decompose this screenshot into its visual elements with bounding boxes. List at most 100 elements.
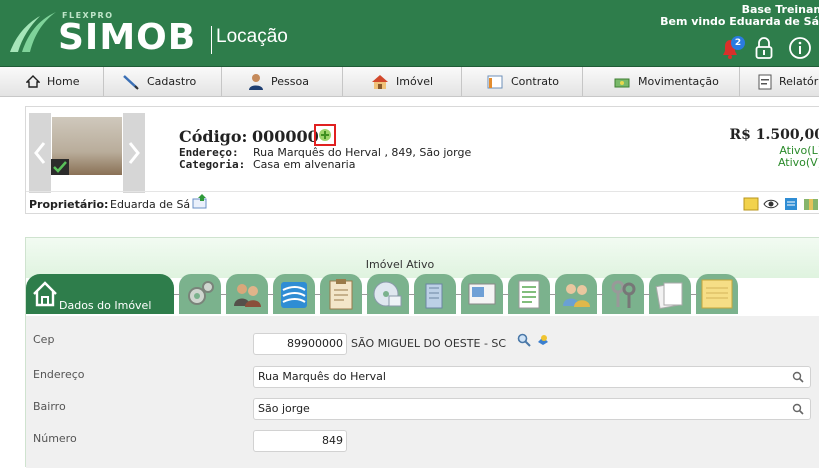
- menu-item-contrato[interactable]: Contrato: [462, 67, 583, 96]
- note-icon[interactable]: [743, 197, 759, 211]
- tab-notes[interactable]: [696, 274, 738, 314]
- tab-separator: [644, 294, 650, 295]
- map-icon[interactable]: [803, 197, 819, 211]
- stacked-document-icon: [281, 282, 307, 308]
- numero-label: Número: [33, 432, 77, 445]
- tab-building[interactable]: [414, 274, 456, 314]
- tab-separator: [550, 294, 556, 295]
- menu-item-relatorios-label: Relatórios: [779, 75, 819, 88]
- address-field-value: Rua Marquês do Herval: [258, 370, 386, 383]
- tab-checklist[interactable]: [320, 274, 362, 314]
- tab-separator: [691, 294, 697, 295]
- previous-photo-button[interactable]: [29, 113, 51, 193]
- tab-people[interactable]: [226, 274, 268, 314]
- menu-item-imovel-label: Imóvel: [396, 75, 434, 88]
- tab-list[interactable]: [508, 274, 550, 314]
- panel-header: Imóvel Ativo Dados do Imóvel: [26, 238, 819, 316]
- tab-media[interactable]: [367, 274, 409, 314]
- cep-label: Cep: [33, 333, 55, 346]
- property-form: Cep 89900000 SÃO MIGUEL DO OESTE - SC En…: [26, 316, 819, 468]
- welcome-message: Bem vindo Eduarda de Sá: [660, 15, 819, 28]
- numero-field[interactable]: 849: [253, 430, 347, 452]
- address-field[interactable]: Rua Marquês do Herval: [253, 366, 811, 388]
- tab-separator: [315, 294, 321, 295]
- tab-pages[interactable]: [649, 274, 691, 314]
- address-field-label: Endereço: [33, 368, 85, 381]
- person-icon: [249, 74, 263, 90]
- tab-settings[interactable]: [179, 274, 221, 314]
- property-price: R$ 1.500,00: [729, 127, 819, 143]
- search-icon[interactable]: [792, 403, 804, 415]
- pencil-icon: [123, 74, 139, 90]
- logo-divider: [211, 26, 212, 54]
- module-name: Locação: [216, 26, 288, 47]
- photo-icon: [468, 283, 496, 305]
- checkmark-icon: [51, 159, 69, 175]
- bairro-label: Bairro: [33, 400, 66, 413]
- tab-separator: [268, 294, 274, 295]
- tab-separator: [362, 294, 368, 295]
- tab-photos[interactable]: [461, 274, 503, 314]
- map-pin-icon[interactable]: [536, 333, 550, 347]
- tab-separator: [597, 294, 603, 295]
- tab-separator: [409, 294, 415, 295]
- sale-status: Ativo(V): [777, 156, 819, 169]
- code-label: Código:: [179, 127, 248, 146]
- info-icon[interactable]: [788, 36, 812, 60]
- tab-separator: [456, 294, 462, 295]
- cep-city: SÃO MIGUEL DO OESTE - SC: [351, 337, 507, 350]
- property-code: 000000: [252, 127, 319, 146]
- category-label: Categoria:: [179, 158, 246, 171]
- menu-item-home-label: Home: [47, 75, 80, 88]
- report-icon: [758, 74, 772, 89]
- menu-item-imovel[interactable]: Imóvel: [343, 67, 462, 96]
- owner-contact-icon[interactable]: [192, 193, 208, 209]
- house-icon: [372, 74, 388, 89]
- panel-title: Imóvel Ativo: [365, 258, 435, 271]
- tab-dados-do-imovel-label: Dados do Imóvel: [59, 299, 152, 312]
- disc-icon: [373, 281, 402, 307]
- add-code-button[interactable]: [314, 124, 336, 146]
- search-icon[interactable]: [792, 371, 804, 383]
- property-summary-card: Código: 000000 Endereço: Rua Marquês do …: [25, 106, 819, 214]
- search-icon[interactable]: [517, 333, 531, 347]
- notification-count-badge: 2: [731, 36, 745, 50]
- menu-item-movimentacao[interactable]: Movimentação: [583, 67, 740, 96]
- property-category: Casa em alvenaria: [253, 158, 356, 171]
- tab-separator: [503, 294, 509, 295]
- brand-logo-text: SIMOB: [58, 17, 197, 58]
- tab-documents[interactable]: [273, 274, 315, 314]
- lock-icon[interactable]: [752, 36, 776, 60]
- menu-item-home[interactable]: Home: [0, 67, 104, 96]
- eye-icon[interactable]: [763, 197, 779, 211]
- tab-keys[interactable]: [602, 274, 644, 314]
- keys-icon: [611, 280, 636, 308]
- users-icon: [563, 284, 590, 307]
- money-icon: [614, 78, 630, 87]
- main-menu: Home Cadastro Pessoa Imóvel Contrato Mov…: [0, 66, 819, 97]
- menu-item-pessoa[interactable]: Pessoa: [222, 67, 343, 96]
- card-divider: [26, 191, 819, 192]
- owner-name: Eduarda de Sá: [110, 198, 191, 211]
- gears-icon: [188, 281, 214, 305]
- bairro-field[interactable]: São jorge: [253, 398, 811, 420]
- clipboard-icon: [329, 279, 353, 310]
- plus-icon: [319, 129, 331, 141]
- flexpro-logo-icon: [10, 12, 56, 52]
- home-outline-icon: [33, 281, 57, 307]
- next-photo-button[interactable]: [123, 113, 145, 193]
- tab-separator: [174, 294, 180, 295]
- note-pad-icon: [701, 279, 733, 309]
- menu-item-cadastro[interactable]: Cadastro: [104, 67, 222, 96]
- tab-users[interactable]: [555, 274, 597, 314]
- contract-icon: [487, 75, 503, 88]
- document-icon[interactable]: [783, 197, 799, 211]
- cep-field[interactable]: 89900000: [253, 333, 347, 355]
- menu-item-contrato-label: Contrato: [511, 75, 560, 88]
- menu-item-relatorios[interactable]: Relatórios: [740, 67, 819, 96]
- menu-item-cadastro-label: Cadastro: [147, 75, 197, 88]
- menu-item-movimentacao-label: Movimentação: [638, 75, 719, 88]
- app-header: FLEXPRO SIMOB Locação Base Treinamento B…: [0, 0, 819, 66]
- home-icon: [26, 75, 40, 88]
- tab-separator: [221, 294, 227, 295]
